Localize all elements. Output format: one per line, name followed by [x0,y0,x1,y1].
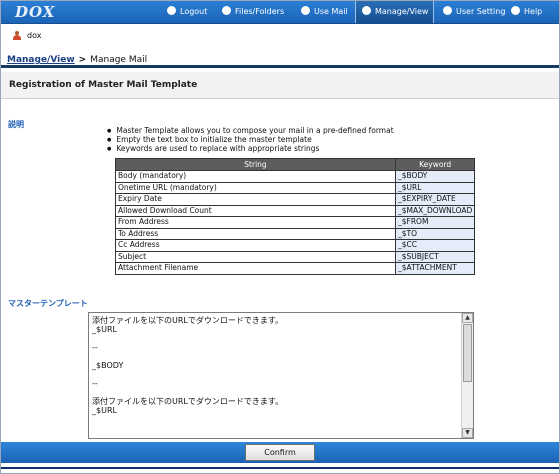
table-row: Body (mandatory) _$BODY [115,170,476,183]
logout-icon [167,6,176,15]
keyword-cell: _$TO [394,227,476,240]
top-nav-bar: DOX Logout Files/Folders Use Mail Manage… [1,1,559,24]
table-row: To Address _$TO [115,227,476,240]
user-setting-icon [443,6,452,15]
current-user: dox [13,29,41,43]
nav-use-mail[interactable]: Use Mail [301,1,348,23]
string-cell: Allowed Download Count [115,204,396,217]
keyword-cell: _$CC [394,239,476,252]
section-explanation-heading: 説明 [8,120,24,129]
master-template-text[interactable]: 添付ファイルを以下のURLでダウンロードできます。 _$URL -- _$BOD… [92,316,462,424]
nav-user-setting-label: User Setting [456,7,506,16]
table-row: Attachment Filename _$ATTACHMENT [115,262,476,275]
breadcrumb-current: Manage Mail [90,55,148,65]
keyword-cell: _$BODY [394,170,476,183]
keyword-cell: _$URL [394,181,476,194]
textarea-scrollbar[interactable]: ▲ ▼ [461,313,473,438]
scroll-up-icon[interactable]: ▲ [462,313,473,323]
nav-logout[interactable]: Logout [167,1,207,23]
breadcrumb-separator: > [78,55,87,65]
nav-manage-view-label: Manage/View [375,7,429,16]
mail-icon [301,6,310,15]
string-cell: Body (mandatory) [115,170,396,183]
header-string: String [115,158,396,171]
keyword-cell: _$SUBJECT [394,250,476,263]
header-keyword: Keyword [394,158,476,171]
keyword-cell: _$MAX_DOWNLOAD [394,204,476,217]
string-cell: From Address [115,216,396,229]
keyword-table: String Keyword Body (mandatory) _$BODY On… [115,158,476,275]
scroll-down-icon[interactable]: ▼ [462,428,473,438]
page-title: Registration of Master Mail Template [1,72,559,99]
help-icon [511,6,520,15]
nav-manage-view[interactable]: Manage/View [355,1,434,23]
keyword-cell: _$FROM [394,216,476,229]
table-row: Onetime URL (mandatory) _$URL [115,181,476,194]
table-row: Expiry Date _$EXPIRY_DATE [115,193,476,206]
section-master-template-heading: マスターテンプレート [8,299,88,308]
manage-icon [362,6,371,15]
table-row: From Address _$FROM [115,216,476,229]
nav-files-folders[interactable]: Files/Folders [222,1,284,23]
breadcrumb-manage-view-link[interactable]: Manage/View [7,55,75,65]
nav-help[interactable]: Help [511,1,542,23]
nav-logout-label: Logout [180,7,208,16]
nav-use-mail-label: Use Mail [314,7,348,16]
notes-list: Master Template allows you to compose yo… [107,127,394,154]
master-template-textarea[interactable]: 添付ファイルを以下のURLでダウンロードできます。 _$URL -- _$BOD… [88,312,474,439]
nav-files-folders-label: Files/Folders [235,7,285,16]
scroll-thumb[interactable] [463,324,472,382]
nav-help-label: Help [524,7,543,16]
keyword-cell: _$EXPIRY_DATE [394,193,476,206]
string-cell: Attachment Filename [115,262,396,275]
nav-user-setting[interactable]: User Setting [443,1,505,23]
breadcrumb: Manage/View > Manage Mail [1,53,559,68]
user-name: dox [27,31,42,40]
keyword-cell: _$ATTACHMENT [394,262,476,275]
string-cell: Expiry Date [115,193,396,206]
string-cell: Onetime URL (mandatory) [115,181,396,194]
folder-icon [222,6,231,15]
dox-logo: DOX [15,3,56,21]
confirm-button[interactable]: Confirm [245,444,315,461]
table-row: Cc Address _$CC [115,239,476,252]
keyword-table-header: String Keyword [115,158,476,171]
note-item: Keywords are used to replace with approp… [107,145,394,154]
table-row: Allowed Download Count _$MAX_DOWNLOAD [115,204,476,217]
string-cell: Cc Address [115,239,396,252]
string-cell: Subject [115,250,396,263]
bottom-divider [1,467,559,469]
user-icon [13,31,21,40]
string-cell: To Address [115,227,396,240]
table-row: Subject _$SUBJECT [115,250,476,263]
